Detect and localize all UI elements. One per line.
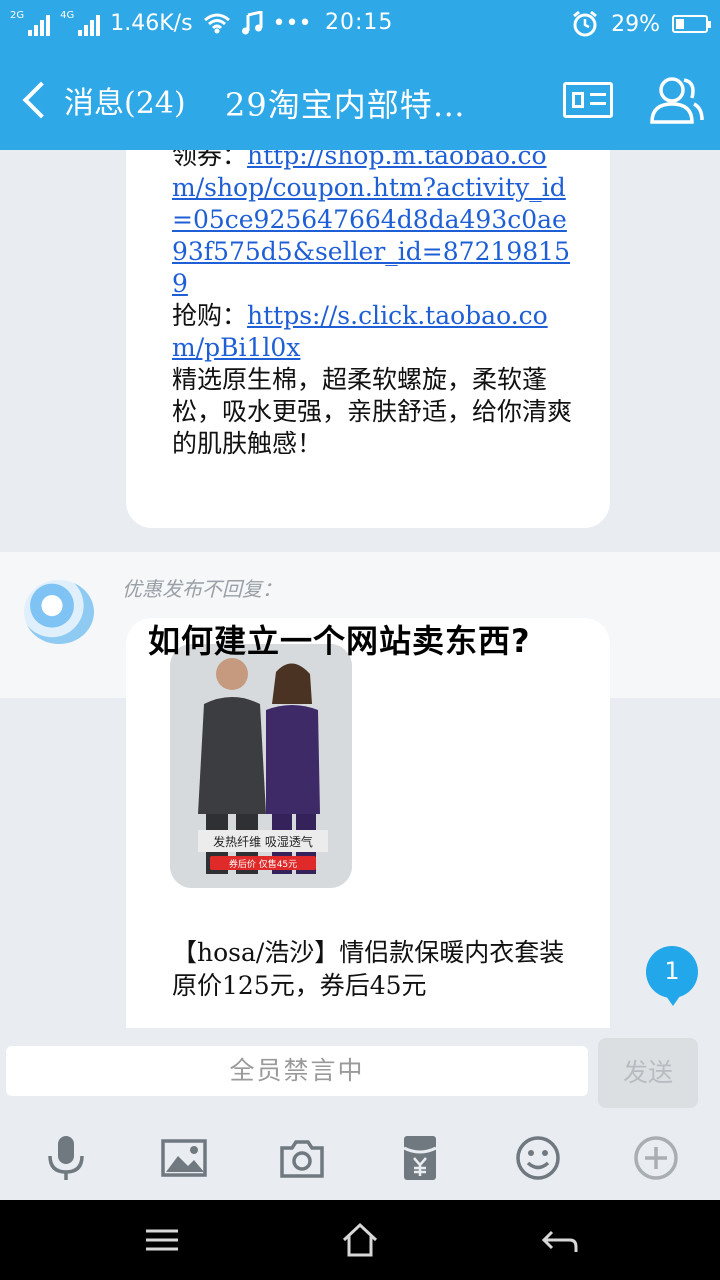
signal-icon-2: 4G — [60, 10, 101, 36]
chat-messages[interactable]: 领券：http://shop.m.taobao.com/shop/coupon.… — [0, 150, 720, 1028]
more-notifications: ••• — [272, 10, 312, 36]
message-body: 精选原生棉，超柔软螺旋，柔软蓬松，吸水更强，亲肤舒适，给你清爽的肌肤触感！ — [172, 365, 573, 458]
battery-icon — [672, 15, 711, 33]
sender-name: 优惠发布不回复： — [122, 577, 282, 601]
product-image[interactable]: 发热纤维 吸湿透气 券后价 仅售45元 — [170, 644, 352, 888]
message-bubble[interactable]: 领券：http://shop.m.taobao.com/shop/coupon.… — [126, 150, 610, 528]
product-price: 原价125元，券后45元 — [172, 971, 427, 1000]
alarm-icon — [573, 10, 598, 37]
camera-icon[interactable] — [278, 1134, 326, 1182]
send-button[interactable]: 发送 — [598, 1038, 698, 1108]
svg-text:发热纤维 吸湿透气: 发热纤维 吸湿透气 — [213, 834, 313, 849]
signal-icon: 2G — [10, 10, 51, 36]
music-icon — [241, 11, 263, 35]
home-icon[interactable] — [340, 1220, 380, 1260]
red-packet-icon[interactable] — [396, 1134, 444, 1182]
input-toolbar — [0, 1120, 720, 1200]
message-input[interactable]: 全员禁言中 — [6, 1046, 588, 1096]
product-photo: 发热纤维 吸湿透气 券后价 仅售45元 — [170, 644, 352, 888]
chat-header: 消息(24) 29淘宝内部特… — [0, 48, 720, 150]
status-bar: 2G 4G 1.46K/s ••• 20:15 29% — [0, 0, 720, 48]
product-title: 【hosa/浩沙】情侣款保暖内衣套装 — [172, 938, 565, 967]
plus-icon[interactable] — [632, 1134, 680, 1182]
back-button[interactable]: 消息(24) — [18, 78, 186, 122]
svg-text:券后价 仅售45元: 券后价 仅售45元 — [229, 858, 297, 870]
overlay-title: 如何建立一个网站卖东西? — [148, 622, 531, 660]
group-members-icon[interactable] — [648, 74, 704, 126]
chat-title: 29淘宝内部特… — [225, 86, 466, 124]
profile-card-icon[interactable] — [563, 82, 613, 118]
menu-icon[interactable] — [142, 1220, 182, 1260]
emoji-icon[interactable] — [514, 1134, 562, 1182]
coupon-link[interactable]: http://shop.m.taobao.com/shop/coupon.htm… — [172, 150, 570, 298]
wifi-icon — [203, 13, 230, 34]
product-text: 【hosa/浩沙】情侣款保暖内衣套装 原价125元，券后45元 — [172, 936, 572, 1002]
unread-badge[interactable]: 1 — [646, 946, 698, 1006]
clock: 20:15 — [325, 10, 394, 35]
chevron-left-icon — [22, 81, 60, 119]
back-label: 消息(24) — [64, 86, 186, 121]
input-row: 全员禁言中 发送 — [0, 1028, 720, 1120]
microphone-icon[interactable] — [42, 1134, 90, 1182]
battery-percent: 29% — [611, 11, 660, 37]
system-nav-bar — [0, 1200, 720, 1280]
network-speed: 1.46K/s — [110, 10, 193, 36]
message-bubble[interactable]: 发热纤维 吸湿透气 券后价 仅售45元 【hosa/浩沙】情侣款保暖内衣套装 原… — [126, 618, 610, 1028]
image-icon[interactable] — [160, 1134, 208, 1182]
sender-avatar[interactable] — [24, 580, 94, 644]
back-icon[interactable] — [540, 1220, 580, 1260]
message-text: 领券：http://shop.m.taobao.com/shop/coupon.… — [172, 150, 572, 460]
